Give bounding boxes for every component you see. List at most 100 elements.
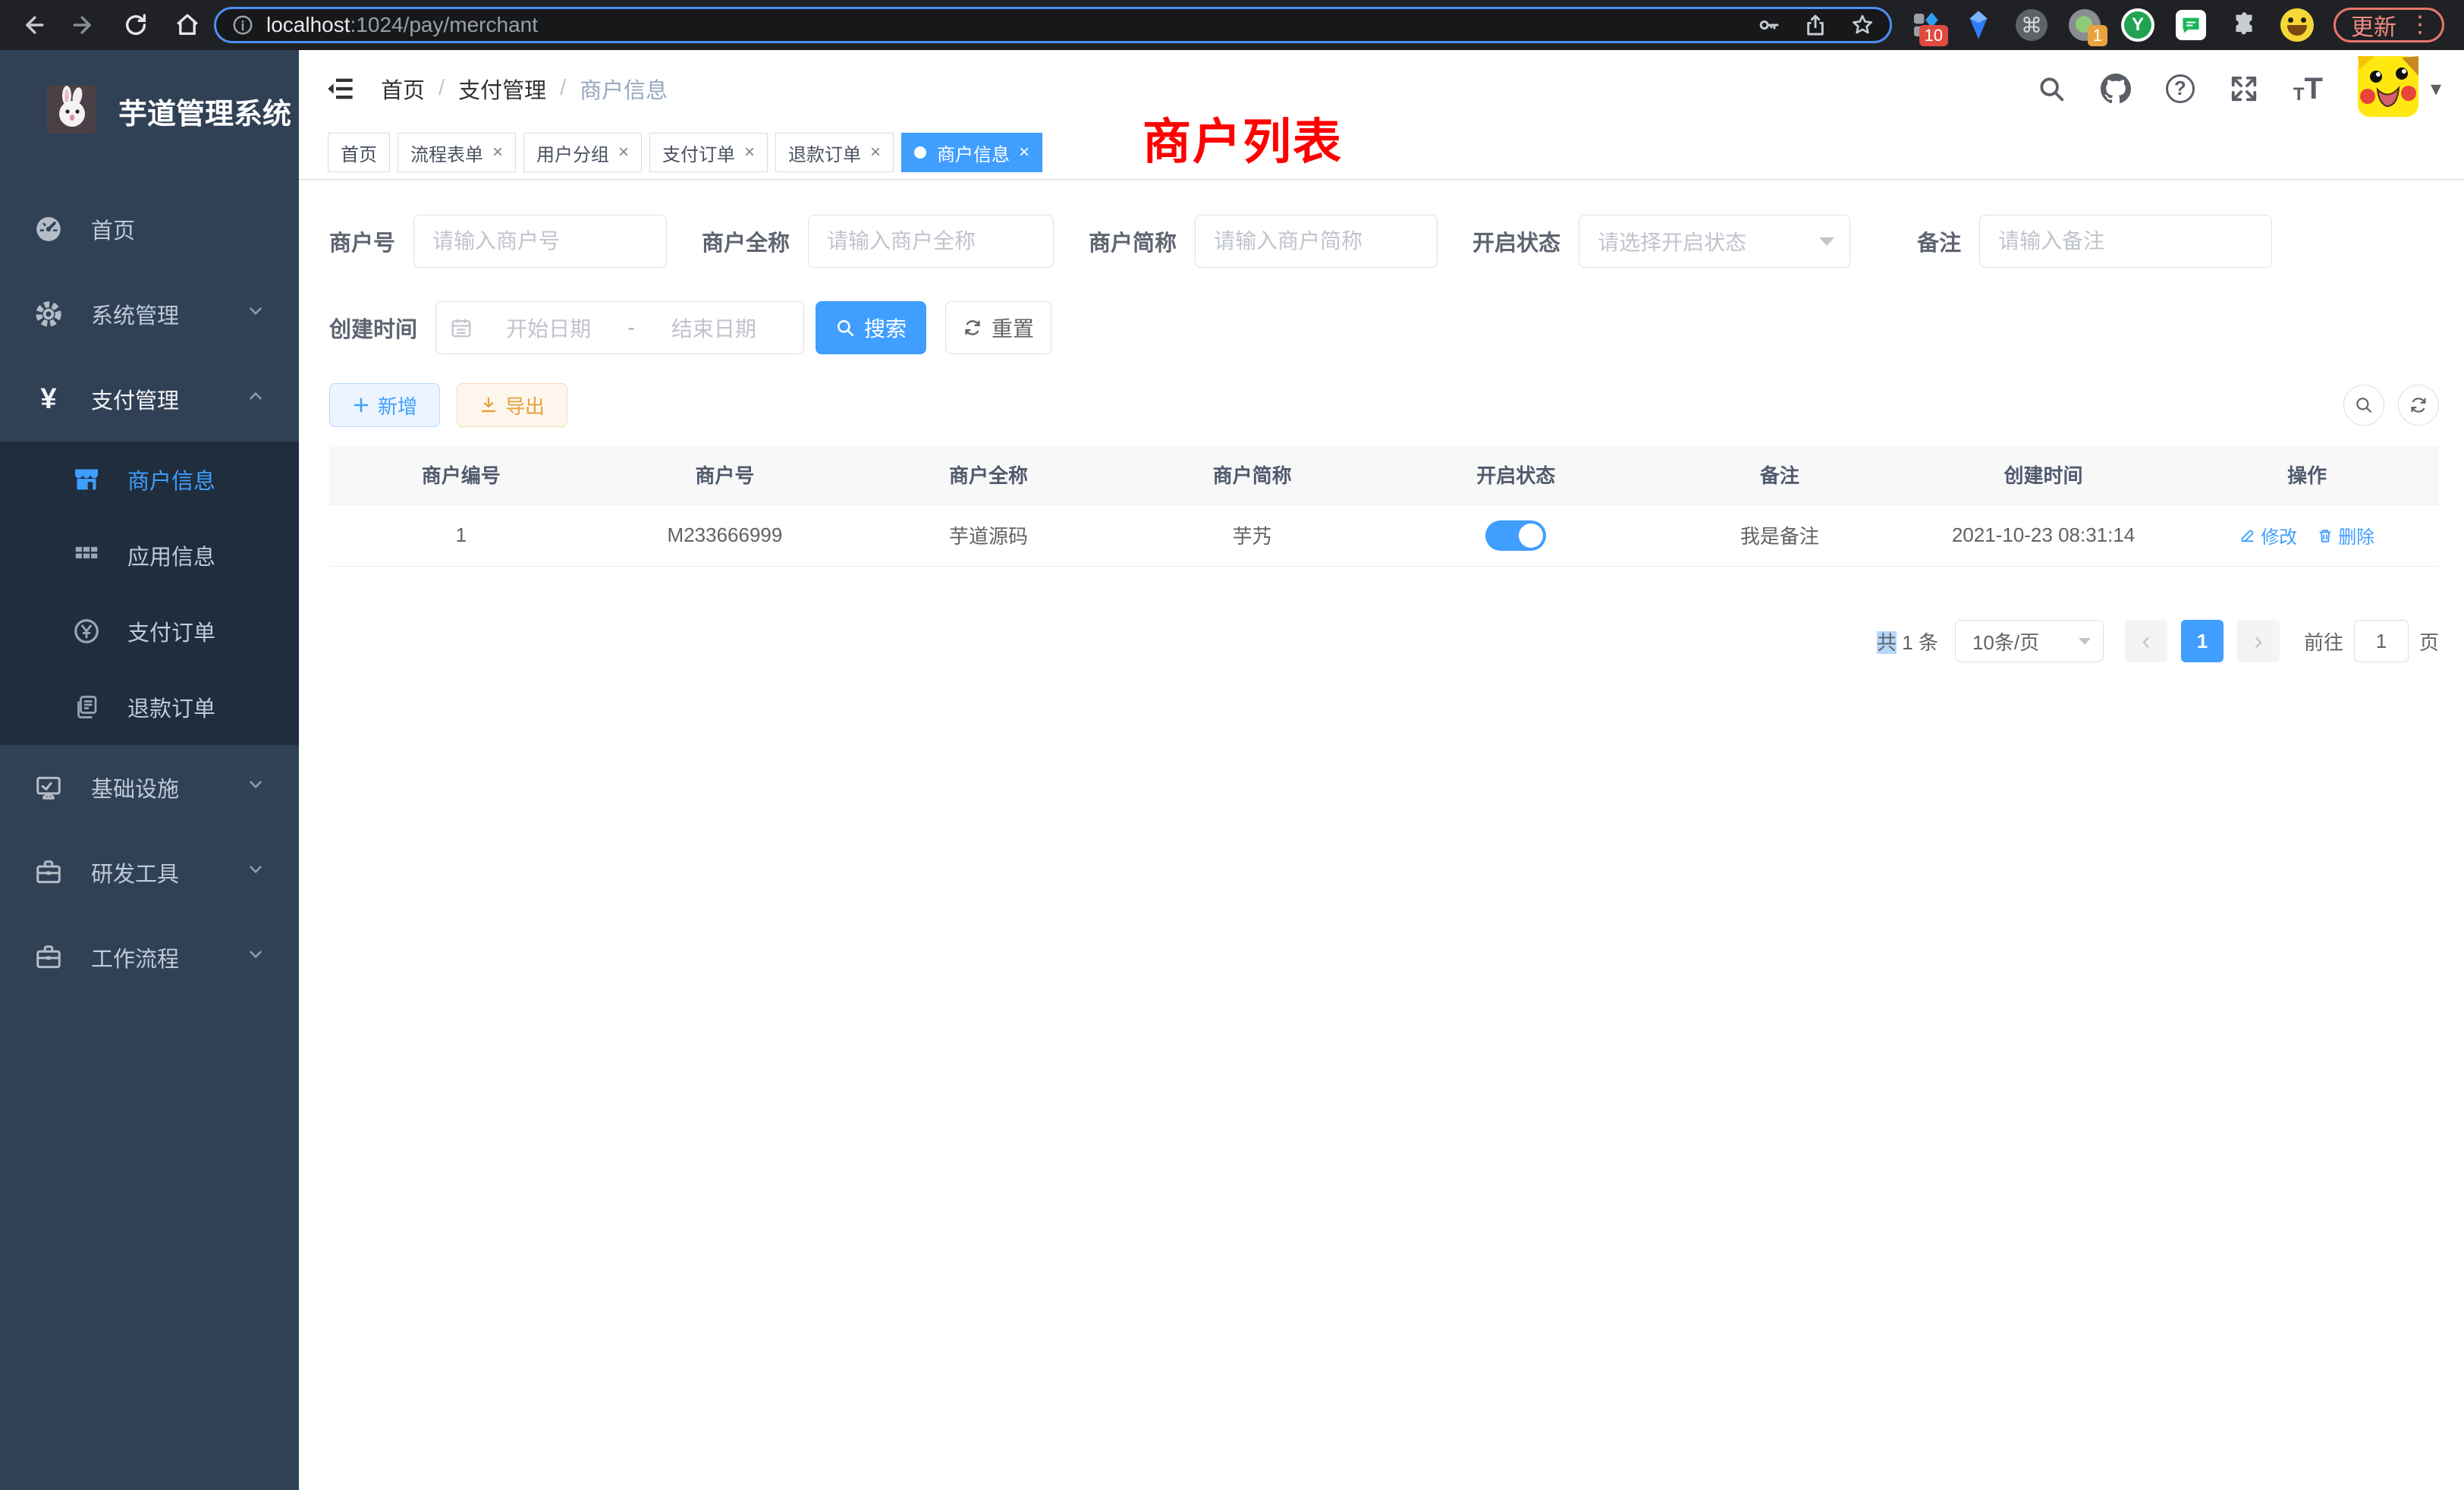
- goto-label: 前往: [2304, 627, 2343, 655]
- extension-recorder-icon[interactable]: 1: [2068, 8, 2101, 42]
- extension-tiles-icon[interactable]: 10: [1909, 8, 1942, 42]
- goto-suffix: 页: [2419, 627, 2439, 655]
- filter-row-2: 创建时间 开始日期 - 结束日期 搜索 重置: [329, 301, 2439, 354]
- sidebar-item-devtools[interactable]: 研发工具: [0, 830, 299, 915]
- home-icon[interactable]: [174, 12, 200, 38]
- calendar-icon: [450, 316, 473, 339]
- tab-pay-order[interactable]: 支付订单×: [649, 133, 768, 172]
- date-separator: -: [624, 316, 637, 340]
- close-icon[interactable]: ×: [870, 142, 881, 163]
- pagination: 共 1 条 10条/页 ‹ 1 › 前往 页: [329, 620, 2439, 662]
- cell-remark: 我是备注: [1648, 521, 1912, 549]
- col-actions: 操作: [2175, 461, 2439, 489]
- address-bar[interactable]: localhost:1024/pay/merchant: [214, 7, 1892, 43]
- tab-home[interactable]: 首页: [328, 133, 390, 172]
- password-key-icon[interactable]: [1756, 13, 1780, 37]
- bookmark-star-icon[interactable]: [1850, 13, 1875, 37]
- tab-merchant-info[interactable]: 商户信息×: [901, 133, 1042, 172]
- extensions-puzzle-icon[interactable]: [2227, 8, 2261, 42]
- browser-menu-icon[interactable]: ⋮: [2409, 14, 2431, 36]
- forward-icon[interactable]: [71, 12, 97, 38]
- active-dot: [914, 146, 926, 159]
- sidebar-item-infra[interactable]: 基础设施: [0, 745, 299, 830]
- extension-y-icon[interactable]: Y: [2121, 8, 2154, 42]
- close-icon[interactable]: ×: [744, 142, 755, 163]
- extension-command-icon[interactable]: ⌘: [2015, 8, 2048, 42]
- fullscreen-icon[interactable]: [2230, 74, 2258, 103]
- extension-chat-icon[interactable]: [2174, 8, 2208, 42]
- info-icon[interactable]: [231, 14, 254, 36]
- avatar[interactable]: [2358, 56, 2418, 121]
- share-icon[interactable]: [1803, 13, 1828, 37]
- payment-submenu: 商户信息 应用信息 支付订单 退款订单: [0, 442, 299, 745]
- sidebar-item-refund-order[interactable]: 退款订单: [0, 669, 299, 745]
- tab-process-form[interactable]: 流程表单×: [398, 133, 516, 172]
- refresh-table-button[interactable]: [2398, 385, 2439, 426]
- merchant-no-input[interactable]: [413, 215, 667, 268]
- col-merchant-no: 商户号: [593, 461, 857, 489]
- close-icon[interactable]: ×: [1019, 142, 1029, 163]
- add-button[interactable]: 新增: [329, 383, 440, 427]
- dashboard-icon: [32, 215, 65, 244]
- help-icon[interactable]: ?: [2166, 74, 2195, 103]
- github-icon[interactable]: [2101, 74, 2131, 104]
- sidebar-item-pay-order[interactable]: 支付订单: [0, 593, 299, 669]
- url-text[interactable]: localhost:1024/pay/merchant: [266, 13, 538, 37]
- col-status: 开启状态: [1384, 461, 1648, 489]
- edit-pencil-icon: [2239, 527, 2256, 544]
- close-icon[interactable]: ×: [492, 142, 503, 163]
- col-short-name: 商户简称: [1120, 461, 1384, 489]
- trash-icon: [2317, 527, 2334, 544]
- page-size-select[interactable]: 10条/页: [1955, 620, 2104, 662]
- next-page-button[interactable]: ›: [2237, 620, 2280, 662]
- browser-update-button[interactable]: 更新 ⋮: [2334, 8, 2444, 42]
- tab-user-group[interactable]: 用户分组×: [523, 133, 642, 172]
- filter-label-merchant-no: 商户号: [329, 225, 395, 257]
- edit-button[interactable]: 修改: [2239, 522, 2297, 549]
- close-icon[interactable]: ×: [618, 142, 629, 163]
- filter-row-1: 商户号 商户全称 商户简称 开启状态 请选择开启状态: [329, 215, 2439, 268]
- plus-icon: [352, 396, 370, 414]
- short-name-input[interactable]: [1195, 215, 1438, 268]
- status-toggle[interactable]: [1485, 520, 1546, 551]
- delete-button[interactable]: 删除: [2317, 522, 2374, 549]
- date-range-picker[interactable]: 开始日期 - 结束日期: [435, 301, 804, 354]
- sidebar-item-home[interactable]: 首页: [0, 187, 299, 272]
- logo-rabbit-image: [47, 85, 96, 137]
- tab-refund-order[interactable]: 退款订单×: [775, 133, 894, 172]
- chevron-up-icon: [246, 386, 266, 412]
- extension-gem-icon[interactable]: [1962, 8, 1995, 42]
- sidebar-fold-icon[interactable]: [325, 74, 355, 104]
- goto-page-input[interactable]: [2354, 620, 2409, 662]
- chevron-down-icon: [1819, 237, 1834, 246]
- monitor-icon: [32, 773, 65, 802]
- sidebar-item-app-info[interactable]: 应用信息: [0, 517, 299, 593]
- font-size-icon[interactable]: TT: [2293, 74, 2323, 104]
- logo-row[interactable]: 芋道管理系统: [0, 50, 299, 150]
- filter-label-full-name: 商户全称: [702, 225, 790, 257]
- sidebar-item-system[interactable]: 系统管理: [0, 272, 299, 357]
- caret-down-icon: ▾: [2431, 76, 2441, 101]
- status-select[interactable]: 请选择开启状态: [1579, 215, 1850, 268]
- remark-input[interactable]: [1979, 215, 2272, 268]
- breadcrumb-payment[interactable]: 支付管理: [458, 73, 546, 105]
- user-avatar-menu[interactable]: ▾: [2358, 56, 2441, 121]
- export-button[interactable]: 导出: [457, 383, 567, 427]
- reload-icon[interactable]: [123, 12, 149, 38]
- profile-emoji-icon[interactable]: [2280, 8, 2314, 42]
- reset-button[interactable]: 重置: [945, 301, 1051, 354]
- toggle-search-button[interactable]: [2343, 385, 2384, 426]
- header-search-icon[interactable]: [2037, 74, 2066, 103]
- table-header: 商户编号 商户号 商户全称 商户简称 开启状态 备注 创建时间 操作: [329, 445, 2439, 505]
- sidebar-item-merchant-info[interactable]: 商户信息: [0, 442, 299, 517]
- breadcrumb-home[interactable]: 首页: [381, 73, 425, 105]
- prev-page-button[interactable]: ‹: [2125, 620, 2167, 662]
- sidebar-item-payment[interactable]: ¥ 支付管理: [0, 357, 299, 442]
- full-name-input[interactable]: [808, 215, 1054, 268]
- merchant-table: 商户编号 商户号 商户全称 商户简称 开启状态 备注 创建时间 操作 1 M23…: [329, 445, 2439, 567]
- filter-label-remark: 备注: [1917, 225, 1961, 257]
- sidebar-item-workflow[interactable]: 工作流程: [0, 915, 299, 1000]
- search-button[interactable]: 搜索: [816, 301, 926, 354]
- back-icon[interactable]: [20, 12, 46, 38]
- current-page-button[interactable]: 1: [2181, 620, 2224, 662]
